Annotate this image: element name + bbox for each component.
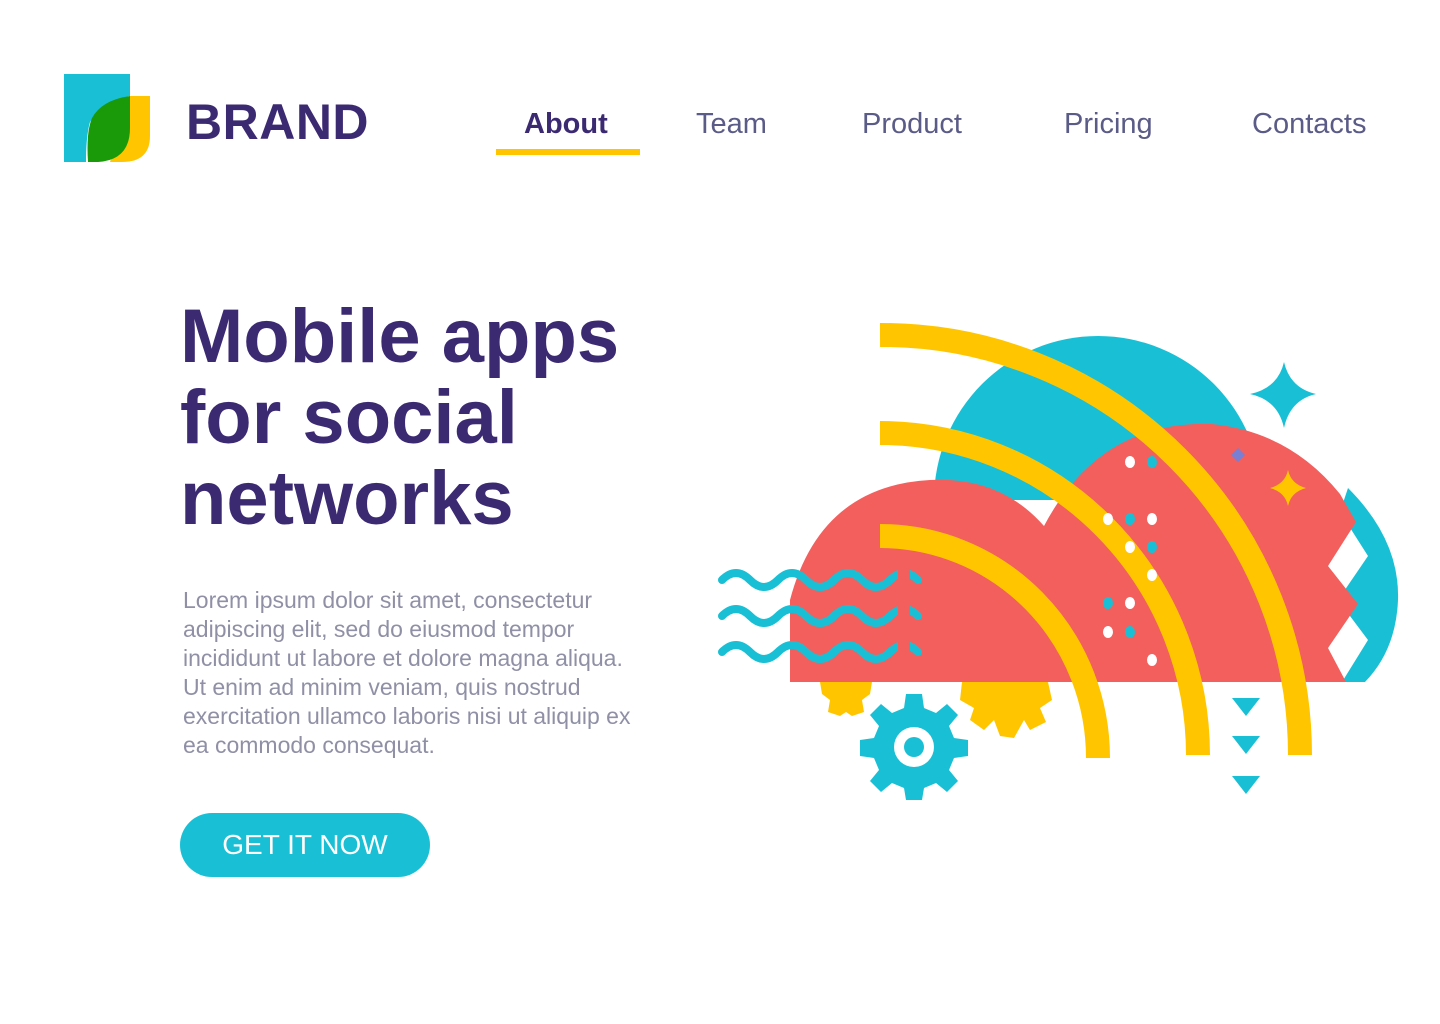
nav-pricing[interactable]: Pricing	[1064, 104, 1153, 144]
gear-icon	[860, 694, 968, 800]
get-it-now-button[interactable]: GET IT NOW	[180, 813, 430, 877]
nav-active-indicator	[496, 149, 640, 155]
hero-description: Lorem ipsum dolor sit amet, consectetur …	[183, 586, 693, 760]
hero-title-line: Mobile apps	[180, 294, 620, 379]
brand-logo-icon[interactable]	[62, 72, 154, 164]
hero-title-line: for social	[180, 375, 518, 460]
nav-product[interactable]: Product	[862, 104, 962, 144]
hero-title-line: networks	[180, 456, 514, 541]
cloud-illustration	[718, 322, 1399, 800]
triangles-decoration	[1232, 698, 1260, 794]
hero-description-line: ea commodo consequat.	[183, 732, 435, 758]
hero-description-line: incididunt ut labore et dolore magna ali…	[183, 645, 623, 671]
hero-description-line: exercitation ullamco laboris nisi ut ali…	[183, 703, 631, 729]
sparkle-icon	[1250, 362, 1316, 428]
hero-title: Mobile apps for social networks	[180, 296, 700, 539]
nav-about[interactable]: About	[524, 104, 608, 144]
brand-name[interactable]: BRAND	[186, 92, 369, 152]
nav-team[interactable]: Team	[696, 104, 767, 144]
hero-description-line: Ut enim ad minim veniam, quis nostrud	[183, 674, 581, 700]
nav-contacts[interactable]: Contacts	[1252, 104, 1366, 144]
hero-description-line: adipiscing elit, sed do eiusmod tempor	[183, 616, 575, 642]
hero-description-line: Lorem ipsum dolor sit amet, consectetur	[183, 587, 593, 613]
